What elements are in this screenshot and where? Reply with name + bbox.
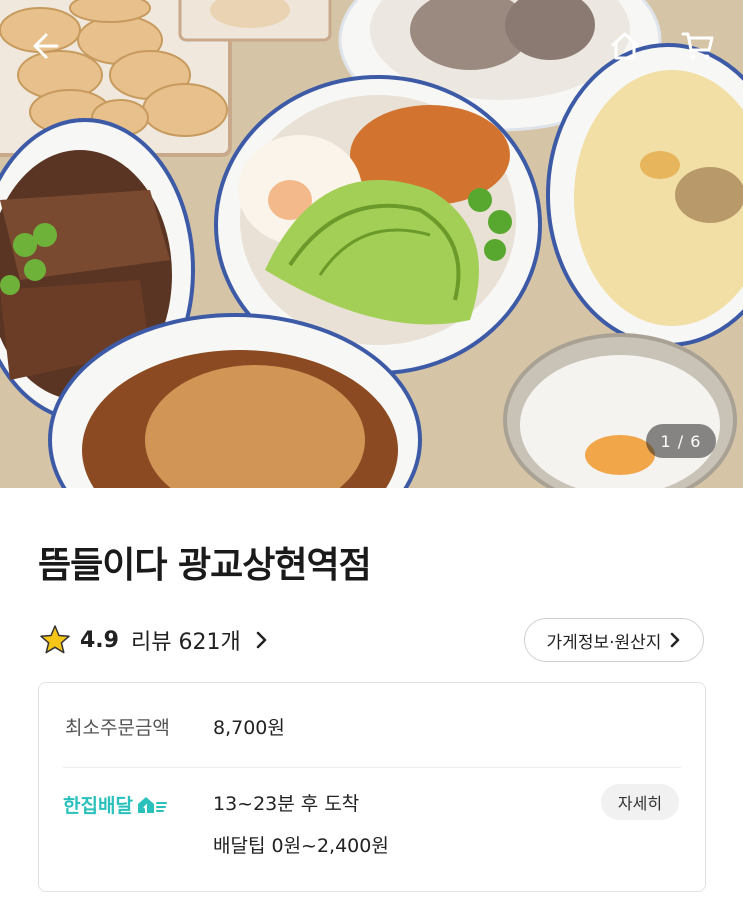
delivery-service-name: 한집배달 [63, 795, 133, 817]
min-order-row: 최소주문금액 8,700원 [65, 713, 285, 740]
delivery-info-card: 최소주문금액 8,700원 한집배달 13~23분 후 도착 배달팁 0원~2,… [38, 682, 706, 892]
delivery-service-badge: 한집배달 [63, 791, 169, 818]
min-order-label: 최소주문금액 [65, 717, 170, 739]
food-photo [0, 0, 743, 488]
rating-score: 4.9 [80, 627, 119, 653]
home-button[interactable] [601, 22, 649, 70]
review-count: 리뷰 621개 [130, 630, 241, 655]
back-button[interactable] [20, 22, 68, 70]
min-order-value: 8,700원 [213, 717, 285, 739]
cart-icon [681, 32, 714, 60]
home-icon [611, 32, 639, 60]
cart-button[interactable] [674, 22, 722, 70]
store-info-label: 가게정보·원산지 [546, 632, 662, 653]
chevron-right-icon [671, 632, 680, 648]
store-photo-carousel[interactable]: 1 / 6 [0, 0, 743, 488]
house-delivery-icon [137, 796, 167, 813]
back-arrow-icon [33, 33, 59, 59]
store-name: 뜸들이다 광교상현역점 [38, 545, 372, 586]
delivery-detail-button[interactable]: 자세히 [601, 784, 679, 820]
rating-review-link[interactable]: 4.9 리뷰 621개 [38, 620, 269, 660]
divider [63, 767, 681, 768]
store-info-button[interactable]: 가게정보·원산지 [524, 618, 704, 662]
star-icon [40, 625, 70, 654]
chevron-right-icon [256, 631, 266, 649]
delivery-eta: 13~23분 후 도착 [213, 793, 360, 815]
image-counter: 1 / 6 [646, 424, 716, 458]
delivery-tip: 배달팁 0원~2,400원 [213, 835, 389, 857]
